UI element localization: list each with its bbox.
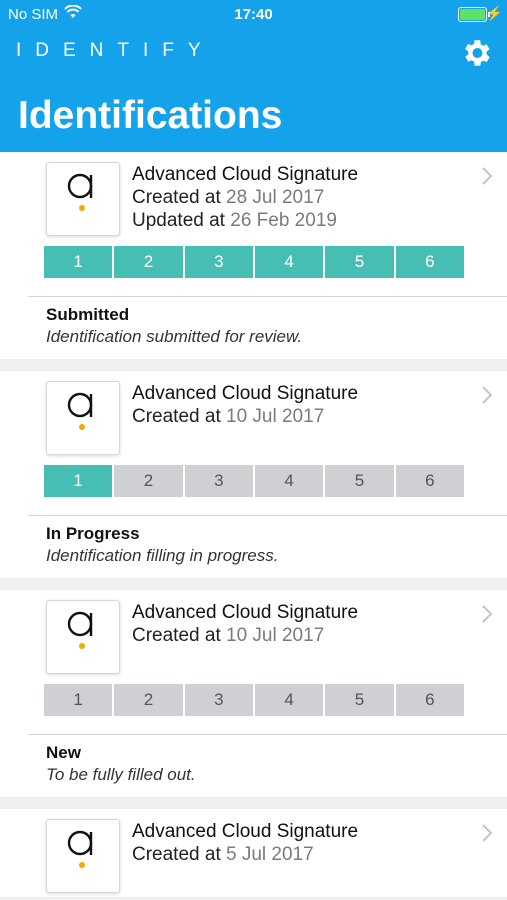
step: 1	[44, 684, 113, 716]
status-title: Submitted	[46, 305, 130, 324]
status-description: Identification filling in progress.	[46, 546, 279, 565]
signature-logo	[46, 600, 120, 674]
step: 2	[114, 465, 183, 497]
charging-icon: ⚡	[485, 5, 503, 21]
updated-label: Updated at	[132, 210, 225, 231]
status-bar: No SIM 17:40 ⚡	[0, 0, 507, 28]
chevron-right-icon	[482, 386, 493, 404]
clock: 17:40	[234, 6, 273, 23]
created-date: 10 Jul 2017	[226, 406, 325, 427]
step: 2	[114, 246, 183, 278]
created-date: 10 Jul 2017	[226, 625, 325, 646]
card-title: Advanced Cloud Signature	[132, 383, 359, 404]
card-title: Advanced Cloud Signature	[132, 821, 359, 842]
letter-a-icon	[67, 173, 93, 211]
step: 3	[184, 246, 253, 278]
chevron-right-icon	[482, 605, 493, 623]
letter-a-icon	[67, 392, 93, 430]
identification-card[interactable]: Advanced Cloud Signature Created at 5 Ju…	[0, 809, 507, 897]
status-title: New	[46, 743, 81, 762]
divider	[28, 515, 507, 516]
card-title: Advanced Cloud Signature	[132, 602, 359, 623]
step: 5	[325, 684, 394, 716]
step: 1	[44, 465, 113, 497]
status-description: To be fully filled out.	[46, 765, 196, 784]
step: 3	[184, 684, 253, 716]
created-label: Created at	[132, 625, 221, 646]
gear-icon[interactable]	[459, 36, 493, 70]
battery-icon	[458, 7, 490, 22]
page-title: Identifications	[18, 94, 283, 137]
progress-steps: 1 2 3 4 5 6	[44, 465, 464, 497]
status-description: Identification submitted for review.	[46, 327, 303, 346]
identification-card[interactable]: Advanced Cloud Signature Created at 28 J…	[0, 152, 507, 359]
chevron-right-icon	[482, 167, 493, 185]
created-label: Created at	[132, 844, 221, 865]
identifications-list: Advanced Cloud Signature Created at 28 J…	[0, 152, 507, 897]
created-label: Created at	[132, 406, 221, 427]
signature-logo	[46, 162, 120, 236]
step: 6	[395, 465, 464, 497]
progress-steps: 1 2 3 4 5 6	[44, 246, 464, 278]
step: 2	[114, 684, 183, 716]
step: 4	[254, 246, 324, 278]
created-date: 5 Jul 2017	[226, 844, 314, 865]
divider	[28, 296, 507, 297]
created-date: 28 Jul 2017	[226, 187, 325, 208]
card-title: Advanced Cloud Signature	[132, 164, 359, 185]
step: 6	[395, 684, 464, 716]
identification-card[interactable]: Advanced Cloud Signature Created at 10 J…	[0, 590, 507, 797]
step: 5	[325, 246, 394, 278]
step: 4	[254, 684, 324, 716]
progress-steps: 1 2 3 4 5 6	[44, 684, 464, 716]
letter-a-icon	[67, 611, 93, 649]
chevron-right-icon	[482, 824, 493, 842]
step: 1	[44, 246, 113, 278]
step: 5	[325, 465, 394, 497]
step: 6	[395, 246, 464, 278]
updated-date: 26 Feb 2019	[230, 210, 337, 231]
app-logo: IDENTIFY	[16, 40, 215, 61]
step: 4	[254, 465, 324, 497]
letter-a-icon	[67, 830, 93, 868]
status-title: In Progress	[46, 524, 140, 543]
divider	[28, 734, 507, 735]
step: 3	[184, 465, 253, 497]
signature-logo	[46, 381, 120, 455]
identification-card[interactable]: Advanced Cloud Signature Created at 10 J…	[0, 371, 507, 578]
signature-logo	[46, 819, 120, 893]
created-label: Created at	[132, 187, 221, 208]
app-header: No SIM 17:40 ⚡ IDENTIFY Identifications	[0, 0, 507, 152]
